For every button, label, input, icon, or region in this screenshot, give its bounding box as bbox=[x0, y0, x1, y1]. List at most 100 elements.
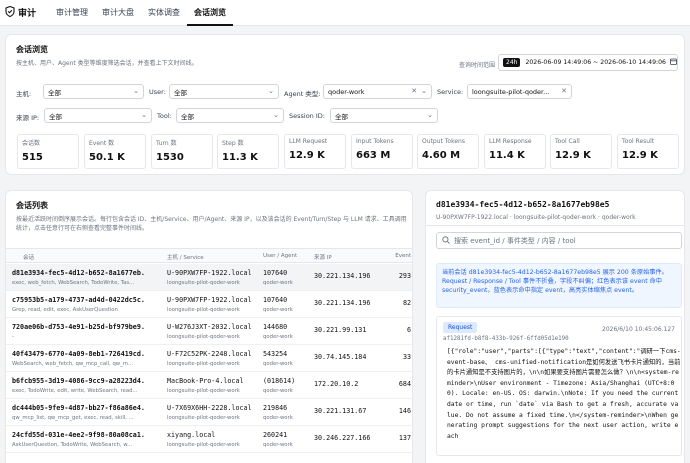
header-host-service: 主机 / Service bbox=[167, 255, 204, 261]
user-filter-value: 全部 bbox=[174, 88, 187, 97]
stat-card-input-tokens: Input Tokens 663 M bbox=[351, 134, 413, 169]
session-id-filter-select[interactable]: 全部 ⌄ bbox=[330, 108, 438, 123]
stat-card-steps: Step 数 11.3 K bbox=[217, 134, 279, 169]
panel-title: 会话浏览 bbox=[16, 45, 48, 54]
row-service: loongsuite-pilot-qoder-work bbox=[167, 415, 240, 421]
stat-card-tool-call: Tool Call 12.9 K bbox=[550, 134, 612, 169]
row-source-ip: 30.246.227.166 bbox=[314, 434, 371, 442]
host-filter-select[interactable]: 全部 ⌄ bbox=[43, 84, 144, 99]
session-tools: qw_mcp_list, qw_mcp_get, exec, read, ski… bbox=[12, 415, 134, 421]
row-host: U-W276J3XT-2032.local bbox=[167, 323, 252, 331]
clear-icon[interactable]: ✕ bbox=[561, 87, 567, 95]
tool-filter-select[interactable]: 全部 ⌄ bbox=[176, 108, 284, 123]
agent-type-filter-label: Agent 类型: bbox=[284, 90, 321, 98]
table-row[interactable]: 24cfd55d-031e-4ee2-9f98-80a08ca1... AskU… bbox=[6, 426, 412, 453]
time-range-badge[interactable]: 24h bbox=[503, 58, 521, 67]
row-host: U-90PXW7FP-1922.local bbox=[167, 296, 252, 304]
table-row[interactable]: b6fcb955-3d19-4086-9cc9-a28223d4... exec… bbox=[6, 372, 412, 399]
table-row[interactable]: d81e3934-fec5-4d12-b652-8a1677eb... exec… bbox=[6, 264, 412, 291]
stat-card-tool-result: Tool Result 12.9 K bbox=[617, 134, 679, 169]
calendar-icon bbox=[670, 58, 677, 67]
event-card[interactable]: Request 2026/6/10 10:45:06.127 af1281fd-… bbox=[436, 316, 682, 456]
session-id: 40f43479-6770-4a09-8eb1-726419cd... bbox=[12, 350, 146, 358]
table-row[interactable]: c75953b5-a179-4737-ad4d-0422dc5c... Grep… bbox=[6, 291, 412, 318]
session-tools: exec, web_fetch, WebSearch, TodoWrite, T… bbox=[12, 280, 135, 286]
user-filter-select[interactable]: 全部 ⌄ bbox=[169, 84, 279, 99]
divider bbox=[426, 225, 684, 226]
table-row[interactable]: dc444b05-9fe9-4d87-bb27-f86a86e4... qw_m… bbox=[6, 399, 412, 426]
row-host: U-90PXW7FP-1922.local bbox=[167, 269, 252, 277]
row-agent: qoder-work bbox=[263, 334, 293, 340]
session-id-filter-value: 全部 bbox=[335, 112, 348, 121]
shield-icon bbox=[5, 5, 15, 20]
event-id: af1281fd-b8f8-433b-926f-6ffd05d1e190 bbox=[443, 336, 569, 342]
session-id: 24cfd55d-031e-4ee2-9f98-80a08ca1... bbox=[12, 431, 146, 439]
event-timestamp: 2026/6/10 10:45:06.127 bbox=[602, 326, 675, 333]
stat-card-output-tokens: Output Tokens 4.60 M bbox=[417, 134, 479, 169]
row-source-ip: 30.221.134.196 bbox=[314, 299, 371, 307]
session-id: d81e3934-fec5-4d12-b652-8a1677eb... bbox=[12, 269, 146, 277]
chevron-down-icon: ⌄ bbox=[141, 111, 147, 119]
row-host: U-7X69X6HH-2228.local bbox=[167, 404, 252, 412]
session-id: dc444b05-9fe9-4d87-bb27-f86a86e4... bbox=[12, 404, 146, 412]
stat-card-events: Event 数 50.1 K bbox=[84, 134, 146, 169]
row-service: loongsuite-pilot-qoder-work bbox=[167, 361, 240, 367]
row-agent: qoder-work bbox=[263, 415, 293, 421]
row-event-count: 293 bbox=[398, 272, 411, 280]
time-range-value: 2026-06-09 14:49:06 ~ 2026-06-10 14:49:0… bbox=[525, 59, 666, 66]
session-list-panel: 会话列表 按最近活跃时间倒序展示会话。每行包含会话 ID、主机/Service、… bbox=[5, 190, 413, 463]
row-agent: qoder-work bbox=[263, 361, 293, 367]
event-body: [{"role":"user","parts":[{"type":"text",… bbox=[447, 348, 682, 440]
row-service: loongsuite-pilot-qoder-work bbox=[167, 307, 240, 313]
row-user: 107640 bbox=[263, 269, 288, 277]
session-detail-panel: d81e3934-fec5-4d12-b652-8a1677eb98e5 U-9… bbox=[425, 190, 685, 463]
row-agent: qoder-work bbox=[263, 280, 293, 286]
time-range-label: 查询时间范围 bbox=[458, 62, 495, 69]
service-filter-value: loongsuite-pilot-qoder... bbox=[472, 87, 550, 96]
row-agent: qoder-work bbox=[263, 442, 293, 448]
row-agent: qoder-work bbox=[263, 388, 293, 394]
session-id: c75953b5-a179-4737-ad4d-0422dc5c... bbox=[12, 296, 146, 304]
row-user: (018614) bbox=[263, 377, 296, 385]
event-type-badge: Request bbox=[443, 322, 478, 333]
header-user-agent: User / Agent bbox=[263, 253, 298, 259]
session-list-title: 会话列表 bbox=[16, 201, 48, 210]
service-filter-label: Service: bbox=[437, 88, 464, 96]
session-tools: AskUserQuestion, TodoWrite, WebSearch, w… bbox=[12, 442, 133, 448]
host-filter-label: 主机: bbox=[16, 90, 32, 98]
row-event-count: 6 bbox=[406, 326, 411, 334]
header-source-ip: 来源 IP bbox=[314, 255, 332, 261]
row-host: MacBook-Pro-4.local bbox=[167, 377, 244, 385]
service-filter-select[interactable]: loongsuite-pilot-qoder... ✕ bbox=[467, 84, 572, 99]
session-tools: WebSearch, web_fetch, qw_mcp_call, qw_m.… bbox=[12, 361, 134, 367]
row-agent: qoder-work bbox=[263, 307, 293, 313]
header-event: Event bbox=[395, 253, 411, 259]
chevron-down-icon: ⌄ bbox=[273, 111, 279, 119]
clear-icon[interactable]: ✕ bbox=[411, 87, 417, 95]
row-event-count: 137 bbox=[398, 434, 411, 442]
user-filter-label: User: bbox=[149, 88, 166, 96]
event-search-input[interactable]: 搜索 event_id / 事件类型 / 内容 / tool bbox=[436, 232, 682, 249]
source-ip-filter-label: 来源 IP: bbox=[16, 114, 40, 122]
time-range-picker[interactable]: 24h 2026-06-09 14:49:06 ~ 2026-06-10 14:… bbox=[498, 54, 678, 71]
agent-type-filter-select[interactable]: qoder-work ✕ ⌄ bbox=[323, 84, 432, 99]
tab-entity-investigation[interactable]: 实体调查 bbox=[141, 0, 187, 26]
tab-audit-dashboard[interactable]: 审计大盘 bbox=[95, 0, 141, 26]
table-row[interactable]: 720ae06b-d753-4e91-b25d-bf979be9... - U-… bbox=[6, 318, 412, 345]
row-host: U-F72C52PK-2248.local bbox=[167, 350, 252, 358]
stat-card-llm-request: LLM Request 12.9 K bbox=[284, 134, 346, 169]
session-id: b6fcb955-3d19-4086-9cc9-a28223d4... bbox=[12, 377, 146, 385]
row-source-ip: 172.20.10.2 bbox=[314, 380, 359, 388]
row-service: loongsuite-pilot-qoder-work bbox=[167, 334, 240, 340]
chevron-down-icon: ⌄ bbox=[268, 87, 274, 95]
brand[interactable]: 审计 bbox=[5, 5, 36, 20]
detail-session-id: d81e3934-fec5-4d12-b652-8a1677eb98e5 bbox=[436, 200, 610, 209]
source-ip-filter-select[interactable]: 全部 ⌄ bbox=[44, 108, 152, 123]
session-tools: exec, TodoWrite, edit, write, WebSearch,… bbox=[12, 388, 138, 394]
tab-audit-management[interactable]: 审计管理 bbox=[49, 0, 95, 26]
table-row[interactable]: 40f43479-6770-4a09-8eb1-726419cd... WebS… bbox=[6, 345, 412, 372]
row-source-ip: 30.221.131.67 bbox=[314, 407, 367, 415]
tab-session-browse[interactable]: 会话浏览 bbox=[187, 0, 234, 26]
row-user: 219846 bbox=[263, 404, 288, 412]
tool-filter-value: 全部 bbox=[181, 112, 194, 121]
